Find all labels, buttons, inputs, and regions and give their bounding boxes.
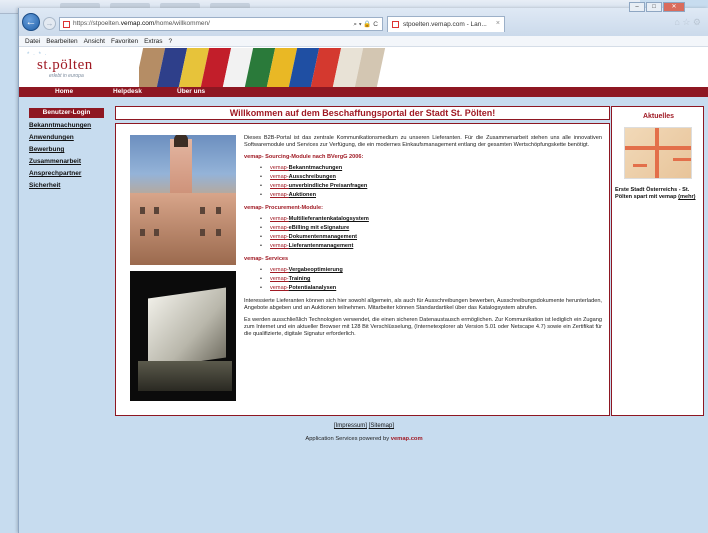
address-bar[interactable]: https://stpoelten.vemap.com/home/willkom…: [59, 17, 383, 31]
sidebar-item-bewerbung[interactable]: Bewerbung: [29, 146, 104, 154]
site-header: * · * · st.pölten erlebt in europa: [19, 48, 708, 87]
section-services-heading: vemap- Services: [244, 256, 289, 262]
address-url[interactable]: https://stpoelten.vemap.com/home/willkom…: [73, 20, 210, 27]
list-item[interactable]: • vemap-Lieferantenmanagement: [260, 243, 602, 250]
menu-item-help[interactable]: ?: [169, 38, 173, 45]
map-road-shape: [655, 128, 659, 178]
photo-window-shape: [154, 229, 159, 236]
list-item[interactable]: • vemap-Multilieferantenkatalogsystem: [260, 216, 602, 223]
section-sourcing-heading: vemap- Sourcing-Module nach BVergG 2006:: [244, 154, 364, 160]
sidebar-item-ansprechpartner[interactable]: Ansprechpartner: [29, 170, 104, 178]
list-item[interactable]: • vemap-Vergabeoptimierung: [260, 267, 602, 274]
left-sidebar: Benutzer-Login Bekanntmachungen Anwendun…: [29, 108, 104, 190]
sidebar-item-zusammenarbeit[interactable]: Zusammenarbeit: [29, 158, 104, 166]
photo-roof-shape: [174, 135, 188, 147]
services-list: • vemap-Vergabeoptimierung • vemap-Trainin…: [260, 267, 602, 292]
nav-ueber-uns[interactable]: Über uns: [177, 87, 205, 97]
photo-window-shape: [200, 207, 205, 214]
news-title: Aktuelles: [642, 113, 675, 120]
menu-item-bearbeiten[interactable]: Bearbeiten: [46, 38, 77, 45]
procurement-list: • vemap-Multilieferantenkatalogsystem • ve…: [260, 216, 602, 250]
main-navigation: Home Helpdesk Über uns: [19, 87, 708, 97]
forward-button[interactable]: →: [43, 17, 56, 30]
photo-window-shape: [216, 207, 221, 214]
minimize-button[interactable]: –: [629, 2, 645, 12]
list-item[interactable]: • vemap-Bekanntmachungen: [260, 165, 602, 172]
content-text: Dieses B2B-Portal ist das zentrale Kommu…: [244, 135, 602, 343]
map-road-shape: [673, 158, 691, 161]
logo-name: st.pölten: [37, 57, 93, 73]
news-item: Erste Stadt Österreichs - St. Pölten spa…: [615, 187, 703, 201]
window-controls: – □ ✕: [628, 2, 685, 14]
vemap-link[interactable]: vemap.com: [391, 436, 423, 442]
menu-item-ansicht[interactable]: Ansicht: [84, 38, 105, 45]
site-logo[interactable]: * · * · st.pölten erlebt in europa: [27, 52, 117, 84]
photo-window-shape: [140, 229, 145, 236]
page-title: Willkommen auf dem Beschaffungsportal de…: [115, 106, 610, 120]
town-hall-photo: [130, 135, 236, 265]
modern-building-photo: [130, 271, 236, 401]
browser-window: ← → https://stpoelten.vemap.com/home/wil…: [18, 2, 708, 533]
intro-paragraph: Dieses B2B-Portal ist das zentrale Kommu…: [244, 135, 602, 148]
menu-bar: Datei Bearbeiten Ansicht Favoriten Extras?: [19, 36, 708, 47]
photo-base-shape: [138, 361, 232, 391]
site-favicon-icon: [63, 21, 70, 28]
menu-item-extras[interactable]: Extras: [144, 38, 162, 45]
list-item[interactable]: • vemap-Ausschreibungen: [260, 174, 602, 181]
news-sidebar: Aktuelles Erste Stadt Österreichs - St. …: [611, 106, 704, 416]
web-page: * · * · st.pölten erlebt in europa Home …: [19, 48, 708, 533]
list-item[interactable]: • vemap-Potentialanalysen: [260, 285, 602, 292]
photo-tower-shape: [170, 139, 192, 199]
list-item[interactable]: • vemap-eBilling mit eSignature: [260, 225, 602, 232]
close-window-button[interactable]: ✕: [663, 2, 685, 12]
back-button[interactable]: ←: [22, 13, 40, 31]
menu-item-favoriten[interactable]: Favoriten: [111, 38, 138, 45]
flags-banner-image: [139, 48, 387, 87]
main-content: Dieses B2B-Portal ist das zentrale Kommu…: [115, 123, 610, 416]
tab-title: stpoelten.vemap.com - Lan...: [403, 21, 487, 28]
city-map-image[interactable]: [624, 127, 692, 179]
sidebar-item-sicherheit[interactable]: Sicherheit: [29, 182, 104, 190]
map-road-shape: [633, 164, 647, 167]
list-item[interactable]: • vemap-Dokumentenmanagement: [260, 234, 602, 241]
list-item[interactable]: • vemap-unverbindliche Preisanfragen: [260, 183, 602, 190]
sitemap-link[interactable]: [Sitemap]: [369, 423, 394, 429]
favorites-icons[interactable]: ⌂ ☆ ⚙: [674, 17, 701, 28]
maximize-button[interactable]: □: [646, 2, 662, 12]
sidebar-item-anwendungen[interactable]: Anwendungen: [29, 134, 104, 142]
nav-home[interactable]: Home: [55, 87, 73, 97]
menu-item-datei[interactable]: Datei: [25, 38, 40, 45]
list-item[interactable]: • vemap-Training: [260, 276, 602, 283]
suppliers-paragraph: Interessierte Lieferanten können sich hi…: [244, 298, 602, 311]
photo-window-shape: [200, 229, 205, 236]
section-procurement-heading: vemap- Procurement-Module:: [244, 205, 323, 211]
footer-powered-by: Application Services powered by vemap.co…: [19, 436, 708, 442]
sourcing-list: • vemap-Bekanntmachungen • vemap-Ausschrei…: [260, 165, 602, 199]
tab-favicon-icon: [392, 21, 399, 28]
address-controls[interactable]: ⌕ ▾ 🔒 C: [353, 20, 378, 29]
photo-window-shape: [140, 207, 145, 214]
news-more-link[interactable]: (mehr): [678, 194, 695, 200]
tab-close-icon[interactable]: ×: [496, 20, 500, 27]
login-button[interactable]: Benutzer-Login: [29, 108, 104, 118]
technology-paragraph: Es werden ausschließlich Technologien ve…: [244, 317, 602, 337]
nav-helpdesk[interactable]: Helpdesk: [113, 87, 142, 97]
photo-window-shape: [216, 229, 221, 236]
sidebar-item-bekanntmachungen[interactable]: Bekanntmachungen: [29, 122, 104, 130]
browser-titlebar: ← → https://stpoelten.vemap.com/home/wil…: [19, 2, 708, 36]
photo-glass-shape: [148, 287, 226, 369]
impressum-link[interactable]: [Impressum]: [334, 423, 367, 429]
logo-tagline: erlebt in europa: [49, 73, 84, 79]
browser-tab[interactable]: stpoelten.vemap.com - Lan... ×: [387, 16, 505, 32]
photo-window-shape: [154, 207, 159, 214]
powered-by-text: Application Services powered by: [305, 436, 391, 442]
footer-links: [Impressum] [Sitemap]: [19, 423, 708, 429]
list-item[interactable]: • vemap-Auktionen: [260, 192, 602, 199]
